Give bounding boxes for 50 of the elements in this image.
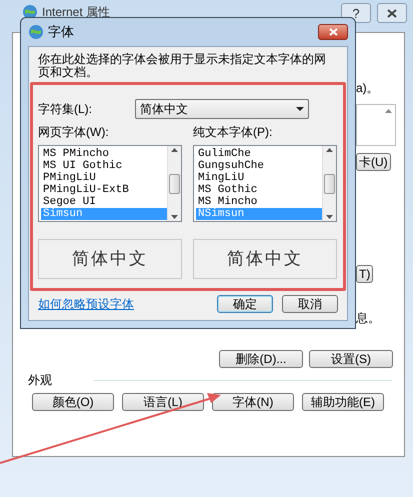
appearance-button[interactable]: 颜色(O) xyxy=(32,393,114,411)
description-text: 你在此处选择的字体会被用于显示未指定文本字体的网页和文档。 xyxy=(38,53,327,79)
font-list[interactable]: MS PMincho MS UI Gothic PMingLiU PMingLiU-ExtB Segoe UI Simsun xyxy=(38,145,182,222)
dropdown-arrow-icon xyxy=(296,107,304,111)
close-icon xyxy=(328,28,338,36)
appearance-button[interactable]: 字体(N) xyxy=(212,393,294,411)
close-button[interactable] xyxy=(377,3,407,23)
action-button[interactable]: 删除(D)... xyxy=(219,350,303,368)
partial-text: 息。 xyxy=(356,311,380,325)
list-label: 网页字体(W): xyxy=(38,125,110,139)
action-button[interactable]: 设置(S) xyxy=(309,350,393,368)
group-title: 外观 xyxy=(28,373,52,387)
scroll-down-icon[interactable] xyxy=(326,215,333,219)
list-label: 纯文本字体(P): xyxy=(193,125,274,139)
font-list-item[interactable]: MS UI Gothic xyxy=(41,160,167,172)
font-list-item[interactable]: PMingLiU-ExtB xyxy=(41,184,167,196)
scroll-up-icon[interactable] xyxy=(384,109,392,113)
font-list-item[interactable]: MS Gothic xyxy=(196,184,322,196)
dialog-button[interactable]: 取消 xyxy=(282,295,338,313)
partial-text: a)。 xyxy=(356,81,379,95)
scroll-up-icon[interactable] xyxy=(171,148,178,152)
help-link[interactable]: 如何忽略预设字体 xyxy=(38,295,217,313)
charset-label: 字符集(L): xyxy=(38,101,93,118)
font-list-item[interactable]: GungsuhChe xyxy=(196,160,322,172)
font-preview: 简体中文 xyxy=(193,239,337,279)
font-list-item[interactable]: MS Mincho xyxy=(196,196,322,208)
partial-button[interactable]: T) xyxy=(356,265,374,283)
scrollbar[interactable] xyxy=(167,146,181,221)
scrollbar[interactable] xyxy=(322,146,336,221)
font-list-item[interactable]: GulimChe xyxy=(196,148,322,160)
close-button[interactable] xyxy=(318,24,348,40)
dialog-title: 字体 xyxy=(48,23,74,42)
globe-icon xyxy=(28,24,44,40)
font-preview: 简体中文 xyxy=(38,239,182,279)
font-list-item[interactable]: Segoe UI xyxy=(41,196,167,208)
font-list-item[interactable]: PMingLiU xyxy=(41,172,167,184)
scroll-up-icon[interactable] xyxy=(326,148,333,152)
font-list-item[interactable]: MingLiU xyxy=(196,172,322,184)
charset-select[interactable]: 简体中文 xyxy=(135,99,309,119)
close-icon xyxy=(387,8,397,18)
font-list[interactable]: GulimChe GungsuhChe MingLiU MS Gothic MS Mincho NSimsun xyxy=(193,145,337,222)
dialog-button[interactable]: 确定 xyxy=(217,295,273,313)
appearance-button[interactable]: 语言(L) xyxy=(122,393,204,411)
scroll-thumb[interactable] xyxy=(169,174,180,194)
window-title: Internet 属性 xyxy=(42,4,110,21)
appearance-button[interactable]: 辅助功能(E) xyxy=(302,393,384,411)
scroll-down-icon[interactable] xyxy=(171,215,178,219)
partial-button[interactable]: 卡(U) xyxy=(356,153,391,171)
scroll-thumb[interactable] xyxy=(324,174,335,194)
font-list-item[interactable]: MS PMincho xyxy=(41,148,167,160)
